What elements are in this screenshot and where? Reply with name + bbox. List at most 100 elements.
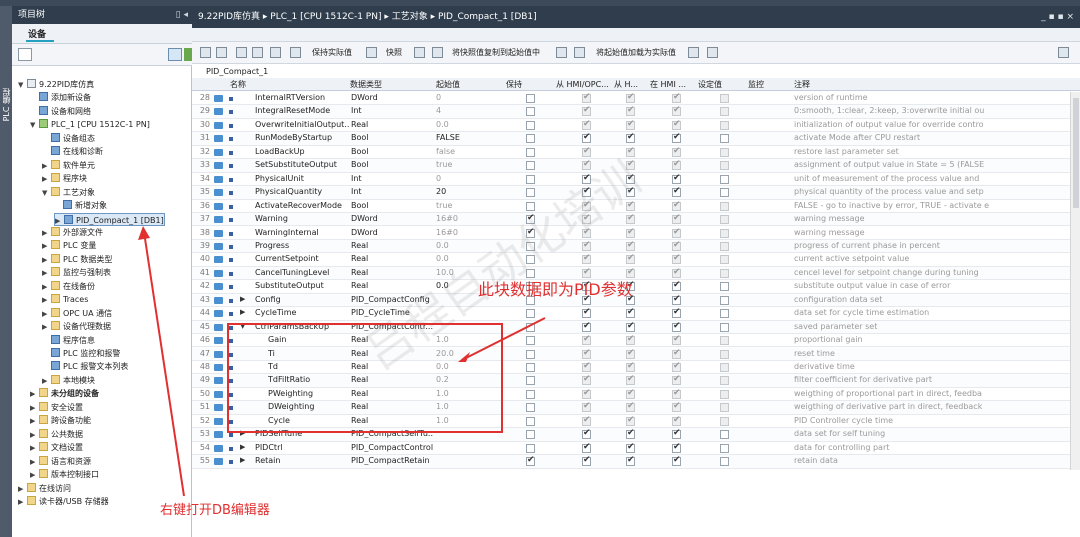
checkbox[interactable] [526,403,535,413]
checkbox[interactable] [672,415,681,426]
tree-node[interactable]: ▶ 软件单元 [42,159,95,172]
checkbox[interactable] [526,336,535,346]
checkbox[interactable] [626,348,635,359]
checkbox[interactable] [672,321,681,332]
tree-node[interactable]: 设备和网络 [30,105,91,118]
col-in-hmi[interactable]: 在 HMI ... [650,79,686,90]
tree-node[interactable]: ▶ 在线备份 [42,280,95,293]
table-row[interactable]: 31 RunModeByStartup Bool FALSE activate Mode… [192,132,1077,146]
expand-arrow-icon[interactable]: ▶ [240,295,245,303]
checkbox[interactable] [672,442,681,453]
checkbox[interactable] [582,455,591,467]
checkbox[interactable] [626,105,635,117]
checkbox[interactable] [582,388,591,399]
start-value[interactable]: 0 [436,174,504,183]
checkbox[interactable] [672,105,681,117]
checkbox[interactable] [526,455,535,467]
tree-node[interactable]: ▶ Traces [42,293,88,306]
vertical-scrollbar[interactable] [1070,92,1080,470]
checkbox[interactable] [526,430,535,440]
checkbox[interactable] [582,401,591,413]
checkbox[interactable] [672,227,681,238]
checkbox[interactable] [672,428,681,440]
checkbox[interactable] [582,374,591,386]
expand-arrow-icon[interactable]: ▶ [240,456,245,464]
checkbox[interactable] [720,188,729,198]
checkbox[interactable] [720,430,729,440]
snapshot-button[interactable]: 快照 [386,46,402,60]
plc-programming-vertical-tab[interactable]: PLC 编程 [0,6,12,537]
checkbox[interactable] [720,457,729,467]
table-row[interactable]: 37 Warning DWord 16#0 warning message [192,213,1077,227]
table-row[interactable]: 28 InternalRTVersion DWord 0 version of runt… [192,92,1077,106]
start-value[interactable]: true [436,201,504,210]
checkbox[interactable] [526,107,535,117]
checkbox[interactable] [672,348,681,359]
checkbox[interactable] [672,253,681,265]
expand-arrow-icon[interactable]: ▶ [42,227,51,240]
col-hmi-opc[interactable]: 从 HMI/OPC... [556,79,609,90]
expand-arrow-icon[interactable]: ▶ [42,321,51,334]
checkbox[interactable] [526,363,535,372]
expand-arrow-icon[interactable]: ▶ [42,375,51,388]
scroll-thumb[interactable] [1073,98,1079,208]
col-setpoint[interactable]: 设定值 [698,79,722,90]
col-retain[interactable]: 保持 [506,79,522,90]
checkbox[interactable] [626,253,635,265]
checkbox[interactable] [526,443,535,453]
checkbox[interactable] [672,119,681,130]
tree-node[interactable]: 新增对象 [54,199,107,212]
panel-controls-icon[interactable]: ▯ ◂ [176,6,188,24]
checkbox[interactable] [626,132,635,144]
checkbox[interactable] [720,255,729,265]
checkbox[interactable] [720,376,729,386]
checkbox[interactable] [672,374,681,386]
expand-icon[interactable] [236,47,247,58]
start-value[interactable]: FALSE [436,133,504,142]
checkbox[interactable] [526,120,535,130]
tree-node[interactable]: ▶ 程序块 [42,172,87,185]
col-from-h[interactable]: 从 H... [614,79,638,90]
start-value[interactable]: 16#0 [436,214,504,223]
checkbox[interactable] [720,268,729,278]
checkbox[interactable] [582,442,591,453]
tree-node[interactable]: ▶ 文档设置 [30,441,83,454]
expand-arrow-icon[interactable]: ▶ [42,240,51,253]
checkbox[interactable] [626,428,635,440]
expand-arrow-icon[interactable]: ▼ [18,79,27,92]
monitor-icon[interactable] [290,47,301,58]
checkbox[interactable] [672,401,681,413]
checkbox[interactable] [720,349,729,359]
checkbox[interactable] [626,334,635,346]
load-start-as-actual-button[interactable]: 将起始值加载为实际值 [596,46,676,60]
checkbox[interactable] [626,213,635,225]
col-comment[interactable]: 注释 [794,79,810,90]
table-row[interactable]: 42SubstituteOutputReal0.0substitute outp… [192,280,1077,294]
checkbox[interactable] [526,174,535,184]
table-row[interactable]: 38WarningInternalDWord16#0warning messag… [192,227,1077,240]
checkbox[interactable] [720,120,729,130]
expand-arrow-icon[interactable]: ▶ [30,469,39,482]
table-row[interactable]: 40CurrentSetpointReal0.0current active s… [192,253,1077,267]
checkbox[interactable] [672,159,681,171]
checkbox[interactable] [672,361,681,372]
checkbox[interactable] [720,403,729,413]
checkbox[interactable] [582,105,591,117]
tree-node[interactable]: 程序信息 [42,334,95,347]
checkbox[interactable] [626,92,635,103]
tree-node[interactable]: ▶ 监控与强制表 [42,266,111,279]
checkbox[interactable] [526,188,535,198]
expand-arrow-icon[interactable]: ▶ [42,267,51,280]
checkbox[interactable] [672,280,681,292]
col-name[interactable]: 名称 [230,79,246,90]
checkbox[interactable] [720,174,729,184]
tree-node[interactable]: ▶ 版本控制接口 [30,468,99,481]
expand-arrow-icon[interactable]: ▶ [30,388,39,401]
checkbox[interactable] [720,443,729,453]
checkbox[interactable] [626,401,635,413]
checkbox[interactable] [526,94,535,103]
start-value[interactable]: 20 [436,187,504,196]
table-row[interactable]: 30 OverwriteInitialOutput...Real 0.0 initia… [192,119,1077,133]
checkbox[interactable] [720,241,729,251]
checkbox[interactable] [672,200,681,211]
